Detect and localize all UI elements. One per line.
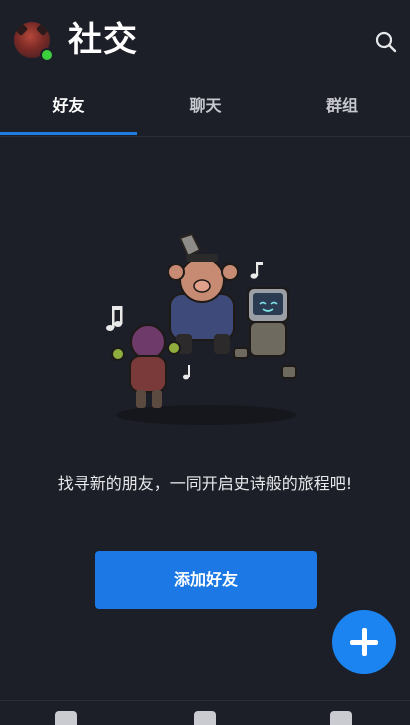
music-note-icon [250, 262, 263, 279]
page-title: 社交 [68, 20, 138, 60]
plus-icon[interactable] [332, 610, 396, 674]
friends-icon[interactable] [55, 711, 77, 725]
add-friend-button[interactable]: 添加好友 [95, 551, 317, 609]
tab-friends[interactable]: 好友 [0, 86, 137, 134]
cards-icon[interactable] [194, 711, 216, 725]
empty-state-message: 找寻新的朋友，一同开启史诗般的旅程吧! [57, 474, 353, 493]
party-characters-illustration [106, 232, 297, 425]
search-icon[interactable] [374, 30, 398, 54]
active-tab-indicator [0, 132, 137, 135]
tab-chat[interactable]: 聊天 [137, 86, 274, 134]
online-status-indicator [40, 48, 54, 62]
tab-groups[interactable]: 群组 [274, 86, 410, 134]
music-note-icon [183, 365, 190, 380]
music-note-icon [106, 306, 123, 331]
document-icon[interactable] [330, 711, 352, 725]
bottom-navigation [0, 700, 410, 725]
app-header: 社交 [0, 0, 410, 86]
tab-bar: 好友 聊天 群组 [0, 86, 410, 137]
